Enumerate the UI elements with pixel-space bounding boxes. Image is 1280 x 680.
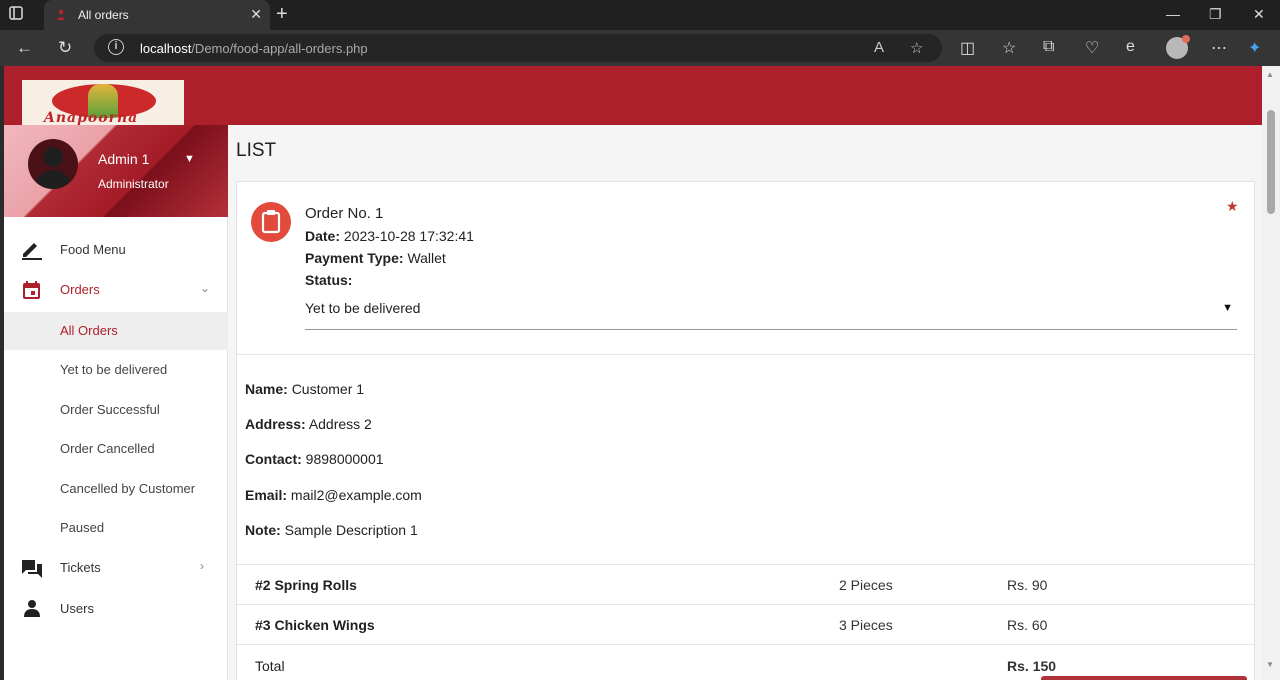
order-status-label: Status:	[305, 272, 353, 288]
user-menu-caret-icon[interactable]: ▼	[184, 153, 195, 165]
scrollbar[interactable]: ▲ ▼	[1262, 66, 1280, 680]
favorites-icon[interactable]: ☆	[1002, 38, 1016, 58]
sidebar-item-label: Users	[60, 601, 94, 616]
tab-title: All orders	[78, 8, 129, 22]
brand-logo[interactable]: Anapoorna	[22, 80, 184, 125]
copilot-icon[interactable]: ✦	[1248, 38, 1261, 58]
user-panel: Admin 1 ▼ Administrator	[4, 125, 228, 217]
sidebar-item-orders[interactable]: Orders ⌄	[4, 271, 228, 309]
clipboard-icon	[251, 202, 291, 242]
sidebar-subitem-label: Order Cancelled	[60, 441, 155, 456]
item-qty: 3 Pieces	[839, 617, 893, 633]
sidebar-subitem-order-cancelled[interactable]: Order Cancelled	[4, 430, 228, 468]
order-payment-type: Payment Type: Wallet	[305, 250, 446, 266]
favorite-star-icon[interactable]: ☆	[910, 39, 923, 57]
minimize-icon[interactable]: —	[1166, 6, 1180, 22]
pencil-icon	[22, 243, 42, 260]
split-screen-icon[interactable]: ◫	[960, 38, 975, 58]
calendar-icon	[23, 281, 40, 299]
table-row: #2 Spring Rolls 2 Pieces Rs. 90	[237, 565, 1254, 605]
sidebar-subitem-yet-to-be-delivered[interactable]: Yet to be delivered	[4, 351, 228, 389]
sidebar-item-users[interactable]: Users	[4, 590, 228, 628]
sidebar-subitem-label: All Orders	[60, 323, 118, 338]
sidebar-subitem-label: Paused	[60, 520, 105, 535]
item-name: #3 Chicken Wings	[255, 617, 375, 633]
person-icon	[24, 600, 40, 617]
item-price: Rs. 60	[1007, 617, 1048, 633]
status-select-value: Yet to be delivered	[305, 300, 421, 316]
app-header: Anapoorna	[4, 66, 1262, 125]
more-options-icon[interactable]: ⋯	[1211, 38, 1227, 58]
sidebar-subitem-order-successful[interactable]: Order Successful	[4, 391, 228, 429]
restore-icon[interactable]: ❐	[1209, 6, 1222, 23]
tab-close-icon[interactable]: ✕	[250, 6, 262, 23]
scroll-thumb[interactable]	[1267, 110, 1275, 214]
logo-text: Anapoorna	[44, 110, 139, 125]
url-field[interactable]: i localhost/Demo/food-app/all-orders.php…	[94, 34, 942, 62]
sidebar-item-food-menu[interactable]: Food Menu	[4, 231, 228, 269]
collections-icon[interactable]: ⧉	[1043, 38, 1054, 56]
chat-icon	[22, 560, 42, 578]
customer-name: Name: Customer 1	[245, 381, 365, 397]
sidebar-subitem-all-orders[interactable]: All Orders	[4, 312, 228, 350]
item-qty: 2 Pieces	[839, 577, 893, 593]
order-date: Date: 2023-10-28 17:32:41	[305, 228, 474, 244]
customer-note: Note: Sample Description 1	[245, 522, 418, 538]
table-row: #3 Chicken Wings 3 Pieces Rs. 60	[237, 605, 1254, 645]
site-info-icon[interactable]: i	[108, 39, 124, 55]
tab-actions-icon[interactable]	[8, 5, 36, 25]
sidebar: Admin 1 ▼ Administrator Food Menu Orders…	[4, 125, 228, 680]
sidebar-item-label: Orders	[60, 282, 100, 297]
page-title: LIST	[236, 140, 277, 161]
sidebar-subitem-label: Order Successful	[60, 402, 160, 417]
scroll-down-icon[interactable]: ▼	[1266, 660, 1274, 669]
customer-contact: Contact: 9898000001	[245, 451, 384, 467]
sidebar-subitem-label: Yet to be delivered	[60, 362, 168, 377]
order-card: Order No. 1 Date: 2023-10-28 17:32:41 Pa…	[236, 181, 1255, 680]
avatar	[28, 139, 78, 189]
chevron-right-icon: ›	[200, 559, 204, 573]
sidebar-item-label: Food Menu	[60, 242, 126, 257]
sidebar-subitem-label: Cancelled by Customer	[60, 481, 196, 496]
page-viewport: Anapoorna Admin 1 ▼ Administrator Food M…	[4, 66, 1262, 680]
address-bar: ← ↻ i localhost/Demo/food-app/all-orders…	[0, 30, 1280, 66]
window-close-icon[interactable]: ✕	[1253, 6, 1265, 23]
user-role: Administrator	[98, 177, 169, 191]
customer-address: Address: Address 2	[245, 416, 372, 432]
sidebar-item-label: Tickets	[60, 560, 101, 575]
divider	[237, 354, 1254, 355]
dropdown-arrow-icon[interactable]: ▼	[1222, 302, 1233, 314]
item-price: Rs. 90	[1007, 577, 1048, 593]
total-row: Total Rs. 150	[237, 646, 1254, 680]
item-name: #2 Spring Rolls	[255, 577, 357, 593]
sidebar-item-tickets[interactable]: Tickets ›	[4, 549, 228, 587]
sidebar-subitem-cancelled-by-customer[interactable]: Cancelled by Customer	[4, 470, 228, 508]
browser-tab[interactable]: All orders ✕	[44, 0, 270, 30]
total-value: Rs. 150	[1007, 658, 1057, 674]
order-title: Order No. 1	[305, 205, 384, 222]
action-button[interactable]	[1041, 676, 1247, 680]
profile-avatar[interactable]	[1166, 35, 1190, 59]
total-label: Total	[255, 658, 285, 674]
refresh-icon[interactable]: ↻	[58, 38, 72, 58]
edge-icon[interactable]: e	[1126, 38, 1135, 56]
sidebar-subitem-paused[interactable]: Paused	[4, 509, 228, 547]
favicon-icon	[57, 9, 65, 20]
new-tab-icon[interactable]: +	[276, 3, 288, 26]
scroll-up-icon[interactable]: ▲	[1266, 70, 1274, 79]
browser-tab-bar: All orders ✕ + — ❐ ✕	[0, 0, 1280, 30]
status-select[interactable]: Yet to be delivered ▼	[305, 296, 1237, 330]
chevron-down-icon: ⌄	[200, 281, 211, 295]
customer-email: Email: mail2@example.com	[245, 487, 422, 503]
health-icon[interactable]: ♡	[1085, 38, 1099, 58]
read-aloud-icon[interactable]: A	[874, 39, 884, 56]
star-icon[interactable]: ★	[1226, 198, 1239, 215]
user-name: Admin 1	[98, 151, 150, 167]
back-icon[interactable]: ←	[16, 38, 33, 58]
url-text: localhost/Demo/food-app/all-orders.php	[140, 41, 368, 56]
